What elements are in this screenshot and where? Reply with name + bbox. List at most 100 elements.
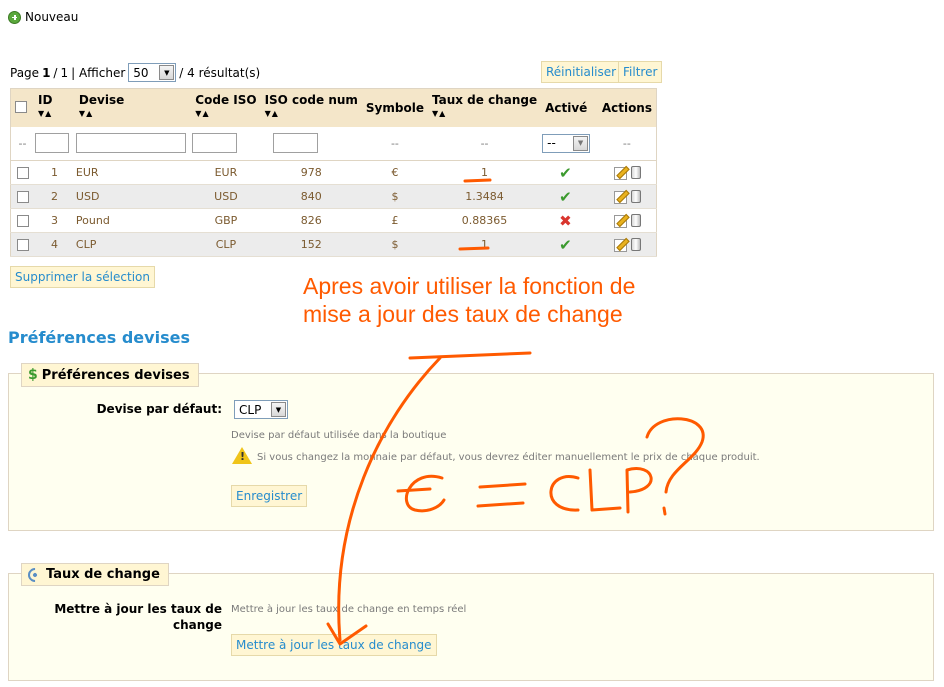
row-iso: USD [191, 184, 261, 209]
page-separator: / [53, 65, 58, 80]
edit-icon[interactable] [613, 190, 627, 205]
row-symbol: £ [361, 208, 428, 233]
active-filter-select[interactable]: -- ▼ [542, 133, 591, 153]
row-checkbox[interactable] [16, 167, 29, 179]
enabled-check-icon[interactable]: ✔ [559, 164, 572, 182]
row-currency: Pound [74, 208, 192, 233]
per-page-select[interactable]: 50 ▼ [128, 63, 177, 82]
row-checkbox[interactable] [16, 239, 29, 251]
currency-table: ID ▼▲ Devise ▼▲ Code ISO ▼▲ ISO code num ▼▲ … [10, 88, 657, 257]
header-rate-label: Taux de change [431, 93, 538, 107]
header-id: ID ▼▲ [34, 88, 75, 127]
enabled-check-icon[interactable]: ✔ [559, 236, 572, 254]
filter-iso-input[interactable] [192, 133, 238, 154]
filter-placeholder: -- [427, 126, 542, 161]
disabled-cross-icon[interactable]: ✖ [559, 212, 572, 230]
active-filter-value: -- [547, 136, 556, 151]
header-iso: Code ISO ▼▲ [191, 88, 261, 127]
header-active-label: Activé [545, 100, 588, 115]
row-id: 1 [34, 160, 75, 185]
table-row[interactable]: 1 EUR EUR 978 € 1 ✔ [10, 160, 657, 185]
sort-arrows-icon[interactable]: ▼▲ [195, 109, 256, 118]
table-row[interactable]: 4 CLP CLP 152 $ 1 ✔ [10, 232, 657, 257]
default-currency-label: Devise par défaut: [96, 402, 222, 416]
row-iso: CLP [191, 232, 261, 257]
header-iso-label: Code ISO [195, 93, 257, 107]
delete-icon[interactable] [630, 166, 641, 180]
row-checkbox[interactable] [16, 191, 29, 203]
update-rates-label: Mettre à jour les taux de change [29, 601, 222, 633]
edit-icon[interactable] [613, 166, 627, 181]
delete-selection-button[interactable]: Supprimer la sélection [10, 266, 155, 288]
row-id: 3 [34, 208, 75, 233]
table-row[interactable]: 2 USD USD 840 $ 1.3484 ✔ [10, 184, 657, 209]
reset-button[interactable]: Réinitialiser [541, 61, 622, 83]
filter-iso-num-input[interactable] [272, 133, 318, 154]
preferences-panel: $ Préférences devises Devise par défaut:… [8, 363, 934, 531]
filter-row: -- -- -- -- ▼ -- [10, 126, 657, 161]
chevron-down-icon: ▼ [159, 65, 175, 80]
row-rate: 1 [427, 160, 542, 185]
header-actions: Actions [597, 88, 657, 127]
row-symbol: $ [361, 232, 428, 257]
chevron-down-icon: ▼ [271, 402, 286, 417]
delete-icon[interactable] [630, 190, 641, 204]
sort-arrows-icon[interactable]: ▼▲ [265, 109, 358, 118]
exchange-rates-panel: Taux de change Mettre à jour les taux de… [8, 563, 934, 681]
results-count: / 4 résultat(s) [179, 65, 261, 80]
header-iso-num: ISO code num ▼▲ [260, 88, 362, 127]
annotation-stroke [408, 351, 532, 360]
header-select-all[interactable] [10, 88, 34, 127]
header-iso-num-label: ISO code num [264, 93, 358, 107]
annotation-text: Apres avoir utiliser la fonction de mise… [303, 272, 635, 328]
header-id-label: ID [38, 93, 53, 107]
header-active: Activé [541, 88, 598, 127]
total-pages: 1 [60, 65, 69, 80]
header-currency-label: Devise [78, 93, 125, 107]
annotation-line-1: Apres avoir utiliser la fonction de [303, 273, 636, 299]
table-row[interactable]: 3 Pound GBP 826 £ 0.88365 ✖ [10, 208, 657, 233]
edit-icon[interactable] [613, 214, 627, 229]
edit-icon[interactable] [613, 238, 627, 253]
row-iso-num: 152 [260, 232, 362, 257]
filter-button[interactable]: Filtrer [618, 61, 663, 83]
filter-placeholder: -- [361, 126, 428, 161]
row-id: 2 [34, 184, 75, 209]
header-actions-label: Actions [601, 100, 652, 115]
new-button-label: Nouveau [25, 10, 79, 24]
row-rate: 1 [427, 232, 542, 257]
current-page: 1 [42, 65, 51, 80]
row-iso: GBP [191, 208, 261, 233]
row-currency: USD [74, 184, 192, 209]
filter-placeholder: -- [597, 126, 657, 161]
update-rates-label-line-2: change [172, 618, 222, 632]
row-rate: 1.3484 [427, 184, 542, 209]
per-page-value: 50 [133, 65, 149, 80]
enabled-check-icon[interactable]: ✔ [559, 188, 572, 206]
row-symbol: € [361, 160, 428, 185]
delete-icon[interactable] [630, 214, 641, 228]
dollar-icon: $ [28, 367, 38, 383]
page-title: Préférences devises [8, 328, 190, 347]
annotation-line-2: mise a jour des taux de change [303, 301, 623, 327]
row-currency: EUR [74, 160, 192, 185]
new-button[interactable]: Nouveau [8, 10, 78, 24]
row-iso-num: 840 [260, 184, 362, 209]
header-symbol: Symbole [361, 88, 428, 127]
save-button[interactable]: Enregistrer [231, 485, 308, 507]
sort-arrows-icon[interactable]: ▼▲ [38, 109, 71, 118]
update-rates-label-line-1: Mettre à jour les taux de [54, 602, 222, 616]
default-currency-select[interactable]: CLP ▼ [234, 400, 288, 419]
delete-icon[interactable] [630, 238, 641, 252]
update-rates-button[interactable]: Mettre à jour les taux de change [231, 634, 437, 656]
rss-icon [25, 564, 45, 585]
filter-currency-input[interactable] [75, 133, 186, 154]
row-checkbox[interactable] [16, 215, 29, 227]
sort-arrows-icon[interactable]: ▼▲ [79, 109, 187, 118]
page-prefix: Page [10, 65, 40, 80]
sort-arrows-icon[interactable]: ▼▲ [432, 109, 537, 118]
select-all-checkbox[interactable] [15, 101, 27, 113]
preferences-legend-label: Préférences devises [41, 367, 190, 383]
filter-id-input[interactable] [35, 133, 69, 154]
update-rates-hint: Mettre à jour les taux de change en temp… [231, 604, 467, 615]
